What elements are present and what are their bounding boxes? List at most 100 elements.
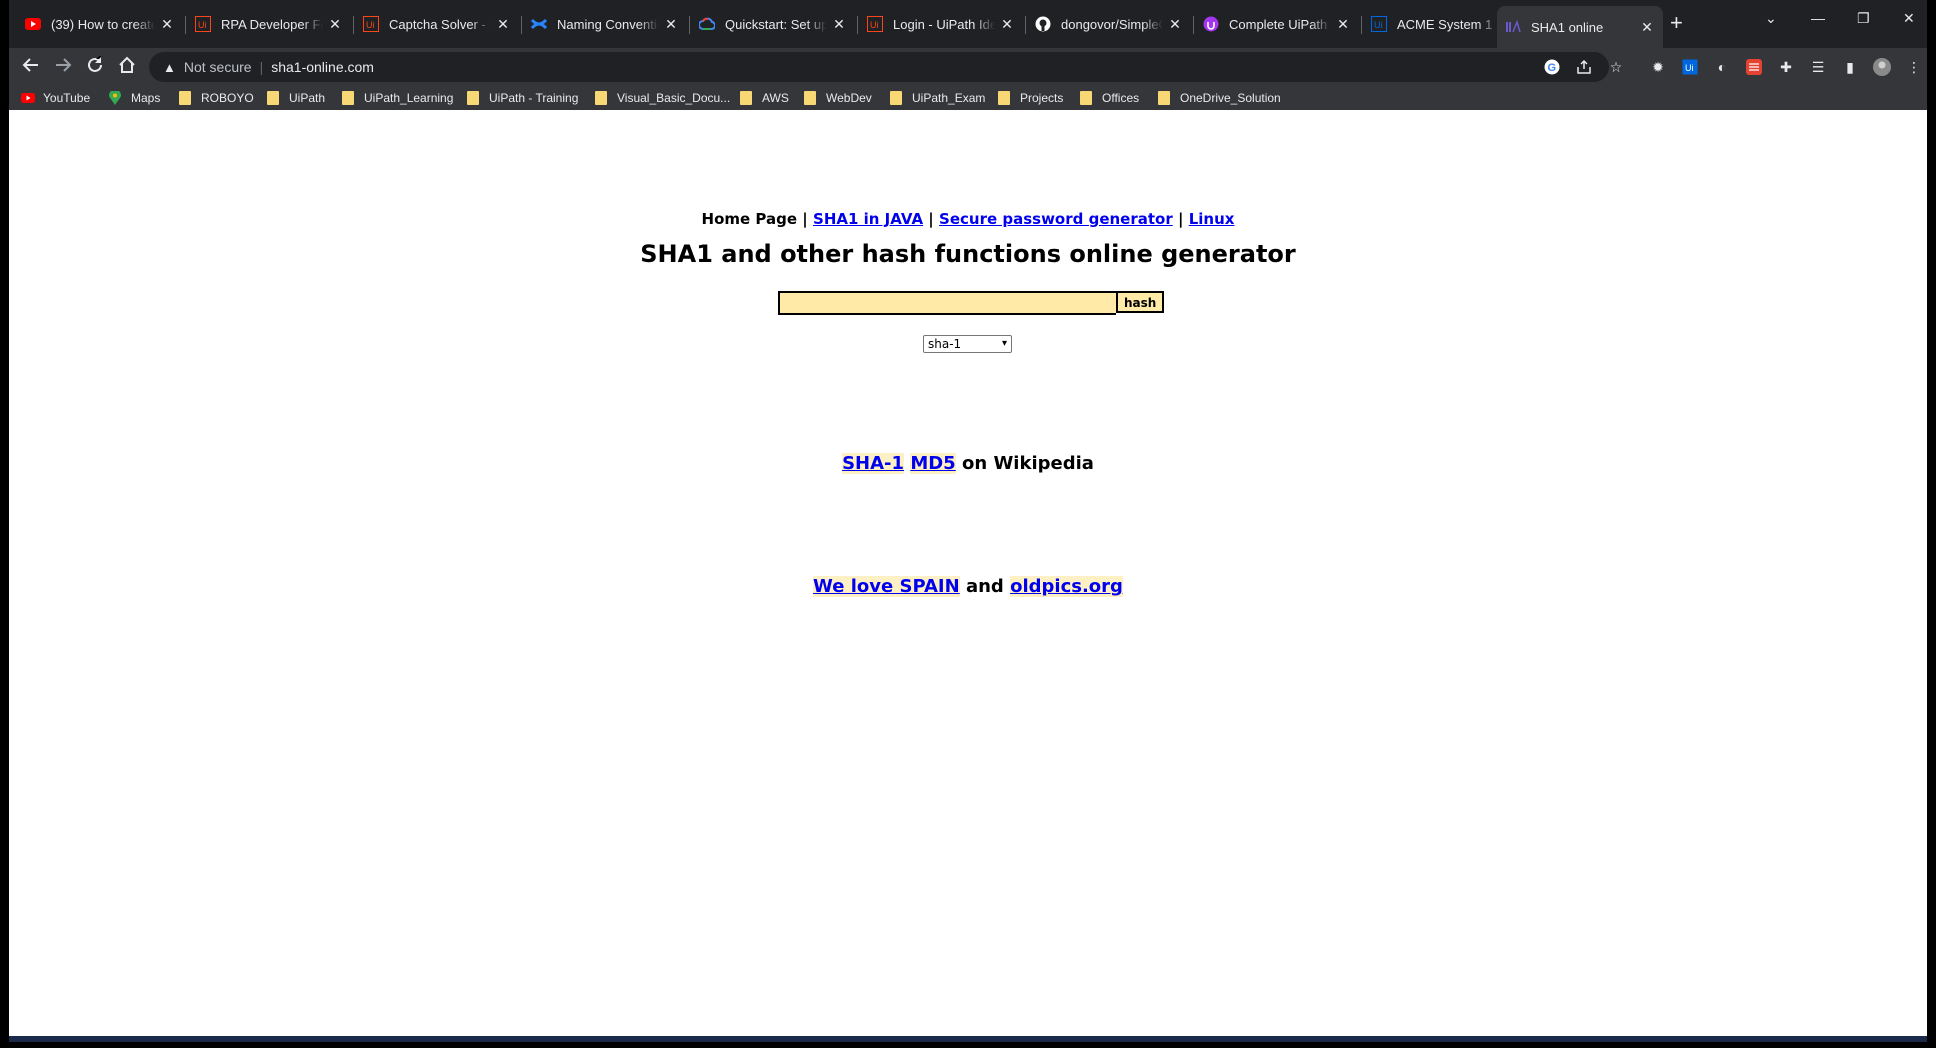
bookmark-uipath-learning[interactable]: UiPath_Learning (342, 88, 453, 108)
back-button[interactable] (21, 56, 41, 78)
tab-captcha-solver[interactable]: Ui Captcha Solver - R ✕ (355, 8, 519, 40)
google-lens-icon[interactable]: G (1543, 58, 1561, 76)
sha1-wikipedia-link[interactable]: SHA-1 (842, 453, 905, 474)
svg-text:G: G (1548, 62, 1557, 74)
share-icon[interactable] (1575, 58, 1593, 76)
warning-icon: ▲ (163, 59, 176, 75)
password-generator-link[interactable]: Secure password generator (939, 210, 1173, 228)
folder-icon (890, 91, 902, 105)
tab-uipath-login[interactable]: Ui Login - UiPath Ider ✕ (859, 8, 1023, 40)
svg-text:Ui: Ui (198, 20, 207, 30)
tab-title: Captcha Solver - R (389, 16, 491, 32)
tab-naming-convention[interactable]: Naming Conventio ✕ (523, 8, 687, 40)
tab-youtube[interactable]: (39) How to create ✕ (17, 8, 183, 40)
tab-quickstart[interactable]: Quickstart: Set up ✕ (691, 8, 855, 40)
md5-wikipedia-link[interactable]: MD5 (910, 453, 956, 474)
bookmark-aws[interactable]: AWS (740, 88, 789, 108)
bookmark-maps[interactable]: Maps (109, 88, 160, 108)
address-bar[interactable]: ▲ Not secure | sha1-online.com (149, 52, 1609, 82)
close-icon[interactable]: ✕ (1639, 19, 1655, 36)
profile-avatar[interactable] (1873, 58, 1891, 76)
linux-link[interactable]: Linux (1189, 210, 1235, 228)
uipath-icon: Ui (195, 16, 211, 32)
bookmark-offices[interactable]: Offices (1080, 88, 1139, 108)
tab-github[interactable]: dongovor/SimpleC ✕ (1027, 8, 1191, 40)
bookmark-uipath-exam[interactable]: UiPath_Exam (890, 88, 985, 108)
bookmark-projects[interactable]: Projects (998, 88, 1063, 108)
we-love-spain-link[interactable]: We love SPAIN (813, 576, 960, 597)
bookmark-label: Projects (1020, 91, 1064, 105)
tab-complete-uipath[interactable]: Complete UiPath R ✕ (1195, 8, 1359, 40)
close-icon[interactable]: ✕ (1167, 16, 1183, 33)
bookmark-webdev[interactable]: WebDev (804, 88, 872, 108)
udemy-icon (1203, 16, 1219, 32)
forward-button[interactable] (53, 56, 73, 78)
bookmark-label: UiPath_Exam (912, 91, 986, 105)
tab-strip: (39) How to create ✕ Ui RPA Developer Fo… (9, 0, 1927, 48)
close-icon[interactable]: ✕ (495, 16, 511, 33)
tab-title: Complete UiPath R (1229, 16, 1331, 32)
tab-separator (353, 16, 354, 34)
close-icon[interactable]: ✕ (1335, 16, 1351, 33)
bookmark-label: Offices (1102, 91, 1140, 105)
circle-extension-icon[interactable]: ◐ (1713, 58, 1731, 76)
url-text[interactable]: sha1-online.com (271, 59, 374, 75)
bookmark-youtube[interactable]: YouTube (21, 88, 90, 108)
home-button[interactable] (117, 56, 137, 78)
tab-title: (39) How to create (51, 16, 155, 32)
hash-input[interactable] (778, 291, 1116, 315)
uipath-extension-icon[interactable]: Ui (1681, 58, 1699, 76)
bookmark-roboyo[interactable]: ROBOYO (179, 88, 254, 108)
uipath-icon: Ui (867, 16, 883, 32)
reload-icon (88, 55, 102, 72)
oldpics-link[interactable]: oldpics.org (1010, 576, 1123, 597)
google-cloud-icon (699, 16, 715, 32)
tab-separator (1193, 16, 1194, 34)
extensions-puzzle-icon[interactable]: ✚ (1777, 58, 1795, 76)
tab-search-button[interactable]: ⌄ (1765, 10, 1777, 27)
bookmark-label: UiPath - Training (489, 91, 579, 105)
sha1-java-link[interactable]: SHA1 in JAVA (813, 210, 923, 228)
tab-title: Quickstart: Set up (725, 16, 827, 32)
tab-sha1-online[interactable]: SHA1 online ✕ (1497, 6, 1663, 48)
side-panel-icon[interactable]: ▮ (1841, 58, 1859, 76)
bookmark-label: ROBOYO (201, 91, 254, 105)
bookmark-label: Maps (131, 91, 161, 105)
close-icon[interactable]: ✕ (831, 16, 847, 33)
bookmark-label: OneDrive_Solution (1180, 91, 1281, 105)
tab-separator (1025, 16, 1026, 34)
tab-title: Naming Conventio (557, 16, 659, 32)
new-tab-button[interactable]: + (1670, 12, 1683, 34)
bookmark-star-icon[interactable]: ☆ (1607, 58, 1625, 76)
folder-icon (595, 91, 607, 105)
close-icon[interactable]: ✕ (999, 16, 1015, 33)
reload-button[interactable] (85, 55, 105, 78)
sha1-icon (1505, 19, 1521, 35)
bookmark-uipath-training[interactable]: UiPath - Training (467, 88, 578, 108)
wikipedia-suffix: on Wikipedia (962, 453, 1094, 474)
window-close-button[interactable]: ✕ (1903, 10, 1915, 27)
restore-button[interactable]: ❐ (1857, 10, 1870, 27)
close-icon[interactable]: ✕ (327, 16, 343, 33)
bookmark-label: WebDev (826, 91, 872, 105)
bottom-edge-bar (9, 1036, 1927, 1042)
folder-icon (740, 91, 752, 105)
algorithm-select[interactable]: sha-1 ▾ (923, 335, 1012, 353)
close-icon[interactable]: ✕ (663, 16, 679, 33)
tab-rpa-developer[interactable]: Ui RPA Developer Fou ✕ (187, 8, 351, 40)
todoist-extension-icon[interactable] (1745, 58, 1763, 76)
bookmark-uipath[interactable]: UiPath (267, 88, 325, 108)
hash-form: hash (778, 291, 1165, 315)
home-page-label: Home Page (701, 210, 798, 228)
bookmark-onedrive-solution[interactable]: OneDrive_Solution (1158, 88, 1281, 108)
page-viewport: Home Page | SHA1 in JAVA | Secure passwo… (9, 110, 1927, 1042)
menu-kebab-icon[interactable]: ⋮ (1905, 58, 1923, 76)
reading-list-icon[interactable]: ☰ (1809, 58, 1827, 76)
close-icon[interactable]: ✕ (159, 16, 175, 33)
promo-and-text: and (965, 576, 1004, 597)
bookmark-label: Visual_Basic_Docu... (617, 91, 731, 105)
hash-button[interactable]: hash (1116, 291, 1165, 313)
extension-gear-icon[interactable]: ✹ (1649, 58, 1667, 76)
minimize-button[interactable]: — (1811, 10, 1825, 26)
bookmark-visual-basic[interactable]: Visual_Basic_Docu... (595, 88, 730, 108)
